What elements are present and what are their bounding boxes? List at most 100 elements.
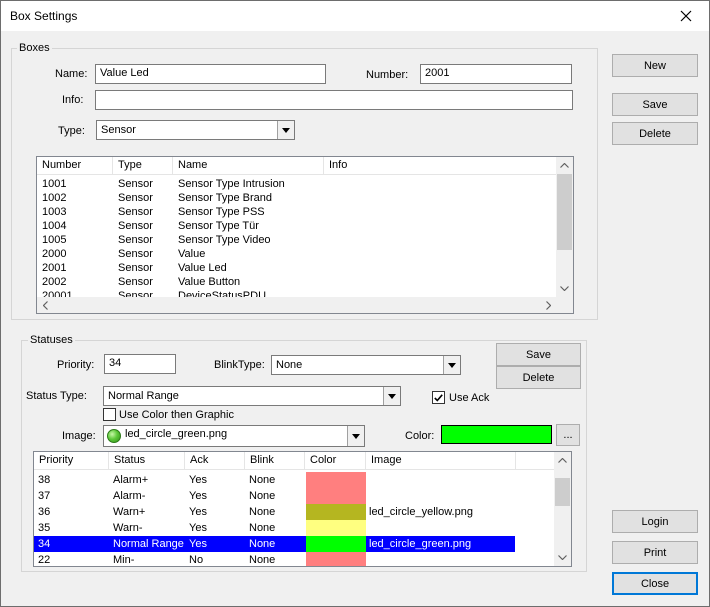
- column-header-name[interactable]: Name: [173, 157, 324, 175]
- boxes-list-hscroll[interactable]: [37, 297, 557, 313]
- status-color-swatch: [306, 552, 366, 566]
- color-swatch[interactable]: [441, 425, 552, 444]
- status-ack-cell: Yes: [189, 490, 207, 502]
- number-label: Number:: [366, 69, 409, 81]
- scroll-down-icon[interactable]: [554, 549, 571, 566]
- table-row[interactable]: 1005 Sensor Sensor Type Video: [37, 233, 557, 247]
- scroll-right-icon[interactable]: [540, 297, 557, 313]
- priority-label: Priority:: [57, 359, 95, 371]
- scroll-left-icon[interactable]: [37, 297, 54, 313]
- table-row[interactable]: 2001 Sensor Value Led: [37, 261, 557, 275]
- column-header-blink[interactable]: Blink: [245, 452, 305, 470]
- image-select[interactable]: led_circle_green.png: [103, 425, 365, 447]
- boxes-list-vscroll[interactable]: [556, 157, 573, 297]
- table-row[interactable]: 2000 Sensor Value: [37, 247, 557, 261]
- table-row[interactable]: 2002 Sensor Value Button: [37, 275, 557, 289]
- scroll-corner: [557, 297, 573, 313]
- status-ack-cell: Yes: [189, 522, 207, 534]
- led-green-icon: [107, 429, 121, 443]
- use-color-checkbox[interactable]: [103, 408, 116, 421]
- print-button[interactable]: Print: [612, 541, 698, 564]
- priority-input[interactable]: 34: [104, 354, 176, 374]
- use-ack-checkbox[interactable]: [432, 391, 445, 404]
- boxes-list[interactable]: Number Type Name Info 1001 Sensor Sensor T…: [36, 156, 574, 314]
- table-row[interactable]: 1003 Sensor Sensor Type PSS: [37, 205, 557, 219]
- status-color-swatch: [306, 504, 366, 520]
- use-color-label[interactable]: Use Color then Graphic: [119, 409, 234, 421]
- status-ack-cell: Yes: [189, 506, 207, 518]
- table-cell: Sensor Type Video: [178, 234, 271, 246]
- status-status-cell: Warn-: [113, 522, 143, 534]
- chevron-down-icon[interactable]: [383, 387, 400, 405]
- blink-type-select[interactable]: None: [271, 355, 461, 375]
- chevron-down-icon[interactable]: [347, 426, 364, 446]
- column-header-status[interactable]: Status: [109, 452, 185, 470]
- image-label: Image:: [62, 430, 96, 442]
- name-input[interactable]: Value Led: [95, 64, 326, 84]
- scroll-up-icon[interactable]: [554, 452, 571, 469]
- use-ack-label[interactable]: Use Ack: [449, 392, 489, 404]
- statuses-list-vscroll-thumb[interactable]: [555, 478, 570, 506]
- table-row[interactable]: 36 Warn+ Yes None led_circle_yellow.png: [34, 504, 555, 520]
- status-delete-button[interactable]: Delete: [496, 366, 581, 389]
- column-header-type[interactable]: Type: [113, 157, 173, 175]
- type-label: Type:: [58, 125, 85, 137]
- table-cell: 2001: [42, 262, 67, 274]
- statuses-list-vscroll[interactable]: [554, 452, 571, 566]
- column-header-ack[interactable]: Ack: [185, 452, 245, 470]
- status-image-cell: led_circle_green.png: [369, 538, 472, 550]
- scroll-up-icon[interactable]: [556, 157, 573, 174]
- status-blink-cell: None: [249, 554, 276, 566]
- close-button[interactable]: Close: [612, 572, 698, 595]
- boxes-group-label: Boxes: [17, 42, 52, 54]
- table-row[interactable]: 1004 Sensor Sensor Type Tür: [37, 219, 557, 233]
- status-save-button[interactable]: Save: [496, 343, 581, 366]
- table-cell: Value Led: [178, 262, 227, 274]
- chevron-down-icon[interactable]: [443, 356, 460, 374]
- new-button[interactable]: New: [612, 54, 698, 77]
- number-input[interactable]: 2001: [420, 64, 572, 84]
- login-button[interactable]: Login: [612, 510, 698, 533]
- column-header-number[interactable]: Number: [37, 157, 113, 175]
- status-status-cell: Warn+: [113, 506, 146, 518]
- info-label: Info:: [62, 94, 84, 106]
- boxes-list-vscroll-thumb[interactable]: [557, 174, 572, 250]
- status-priority-cell: 22: [38, 554, 51, 566]
- table-row[interactable]: 35 Warn- Yes None: [34, 520, 555, 536]
- column-header-priority[interactable]: Priority: [34, 452, 109, 470]
- column-header-color[interactable]: Color: [305, 452, 366, 470]
- boxes-list-header: Number Type Name Info: [37, 157, 557, 175]
- status-status-cell: Alarm+: [113, 474, 149, 486]
- statuses-group-label: Statuses: [28, 334, 75, 346]
- table-row[interactable]: 38 Alarm+ Yes None: [34, 472, 555, 488]
- table-cell: 1005: [42, 234, 67, 246]
- table-cell: 1002: [42, 192, 67, 204]
- table-row[interactable]: 22 Min- No None: [34, 552, 555, 566]
- save-button[interactable]: Save: [612, 93, 698, 116]
- blink-type-label: BlinkType:: [214, 359, 265, 371]
- scroll-down-icon[interactable]: [556, 280, 573, 297]
- status-priority-cell: 37: [38, 490, 51, 502]
- column-header-image[interactable]: Image: [366, 452, 516, 470]
- status-image-cell: led_circle_yellow.png: [369, 506, 473, 518]
- blink-type-select-value: None: [276, 359, 303, 371]
- statuses-list[interactable]: Priority Status Ack Blink Color Image 38…: [33, 451, 572, 567]
- close-window-icon[interactable]: [663, 1, 709, 31]
- table-cell: Sensor: [118, 220, 153, 232]
- table-row[interactable]: 1002 Sensor Sensor Type Brand: [37, 191, 557, 205]
- table-row[interactable]: 37 Alarm- Yes None: [34, 488, 555, 504]
- type-select[interactable]: Sensor: [96, 120, 295, 140]
- info-input[interactable]: [95, 90, 573, 110]
- delete-button[interactable]: Delete: [612, 122, 698, 145]
- status-color-swatch: [306, 520, 366, 536]
- status-priority-cell: 36: [38, 506, 51, 518]
- chevron-down-icon[interactable]: [277, 121, 294, 139]
- table-row[interactable]: 34 Normal Range Yes None led_circle_green.pn…: [34, 536, 555, 552]
- table-row[interactable]: 1001 Sensor Sensor Type Intrusion: [37, 177, 557, 191]
- color-browse-button[interactable]: ...: [556, 424, 580, 446]
- status-type-select[interactable]: Normal Range: [103, 386, 401, 406]
- table-cell: Sensor Type PSS: [178, 206, 265, 218]
- table-cell: Sensor Type Tür: [178, 220, 259, 232]
- column-header-info[interactable]: Info: [324, 157, 557, 175]
- status-color-swatch: [306, 472, 366, 488]
